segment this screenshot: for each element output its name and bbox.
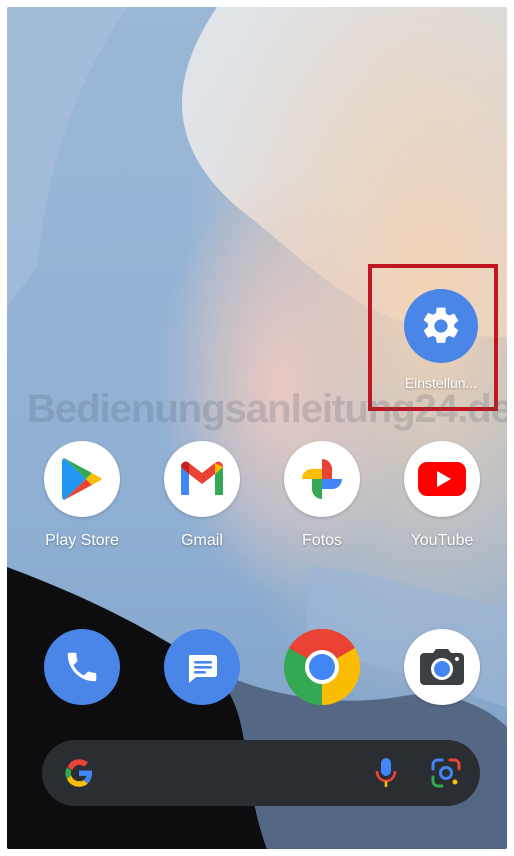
- camera-icon: [420, 649, 464, 685]
- play-store-icon: [62, 458, 102, 500]
- gmail-label: Gmail: [181, 532, 223, 549]
- phone-icon: [67, 652, 97, 682]
- youtube-app-button[interactable]: [404, 441, 480, 517]
- gmail-icon: [181, 461, 223, 495]
- home-screen: Einstellun... Bedienungsanleitung24.de P…: [7, 7, 507, 849]
- camera-app-button[interactable]: [404, 629, 480, 705]
- search-bar[interactable]: [42, 740, 480, 806]
- photos-app-button[interactable]: [284, 441, 360, 517]
- google-g-icon[interactable]: [64, 758, 94, 788]
- play-store-label: Play Store: [45, 532, 119, 549]
- messages-app-button[interactable]: [164, 629, 240, 705]
- microphone-icon[interactable]: [375, 757, 397, 789]
- lens-icon[interactable]: [430, 757, 462, 789]
- watermark: Bedienungsanleitung24.de: [27, 387, 507, 431]
- youtube-icon: [418, 462, 466, 496]
- photos-label: Fotos: [301, 532, 342, 549]
- photos-icon: [302, 459, 342, 499]
- chrome-app-button[interactable]: [284, 629, 360, 705]
- play-store-app-button[interactable]: [44, 441, 120, 517]
- gmail-app-button[interactable]: [164, 441, 240, 517]
- phone-app-button[interactable]: [44, 629, 120, 705]
- youtube-label: YouTube: [410, 532, 474, 549]
- chrome-icon: [284, 629, 360, 705]
- messages-icon: [189, 655, 217, 683]
